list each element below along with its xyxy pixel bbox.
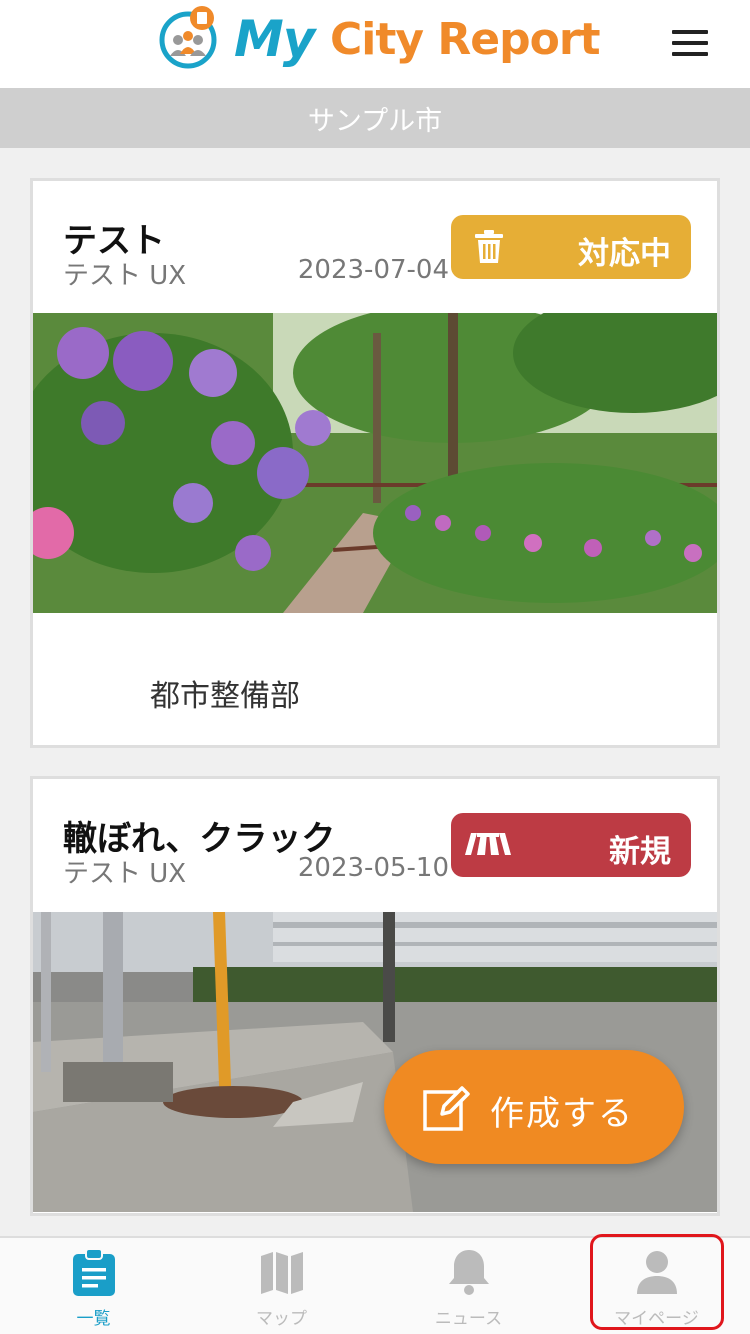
trash-icon [475, 230, 503, 263]
map-icon [261, 1252, 303, 1294]
logo-text-city-report: City Report [330, 14, 601, 65]
create-report-label: 作成する [490, 1094, 634, 1134]
bottom-navigation: 一覧 マップ ニュース マイページ [0, 1236, 750, 1334]
report-photo[interactable] [33, 313, 717, 613]
nav-label-list: 一覧 [76, 1309, 111, 1329]
app-logo[interactable]: My City Report [158, 4, 601, 84]
logo-mark-icon [159, 6, 217, 69]
road-icon [465, 833, 511, 855]
status-label: 対応中 [578, 236, 671, 272]
user-icon [637, 1251, 677, 1294]
status-badge: 新規 [451, 813, 691, 877]
edit-icon [423, 1086, 470, 1131]
department-name: 都市整備部 [150, 679, 300, 714]
nav-item-list[interactable]: 一覧 [0, 1238, 187, 1334]
bell-icon [449, 1250, 489, 1295]
create-report-button[interactable]: 作成する [384, 1050, 684, 1164]
report-date: 2023-05-10 [297, 853, 449, 883]
report-date: 2023-07-04 [297, 255, 449, 285]
nav-item-map[interactable]: マップ [188, 1238, 375, 1334]
nav-item-news[interactable]: ニュース [375, 1238, 562, 1334]
report-author: テスト UX [63, 859, 187, 889]
logo-text-my: My [234, 10, 315, 68]
status-label: 新規 [609, 834, 671, 870]
report-author: テスト UX [63, 261, 187, 291]
hydrangea-path-photo [33, 313, 717, 613]
status-badge: 対応中 [451, 215, 691, 279]
nav-label-mypage: マイページ [614, 1309, 699, 1329]
hamburger-menu-icon[interactable] [672, 30, 716, 60]
nav-label-map: マップ [256, 1309, 307, 1329]
app-header: My City Report [0, 0, 750, 88]
city-name-bar: サンプル市 [0, 88, 750, 148]
nav-label-news: ニュース [434, 1309, 503, 1329]
report-card[interactable]: テスト テスト UX 2023-07-04 対応中 都市整備部 [30, 178, 720, 748]
clipboard-list-icon [73, 1248, 115, 1296]
nav-item-mypage[interactable]: マイページ [563, 1238, 750, 1334]
